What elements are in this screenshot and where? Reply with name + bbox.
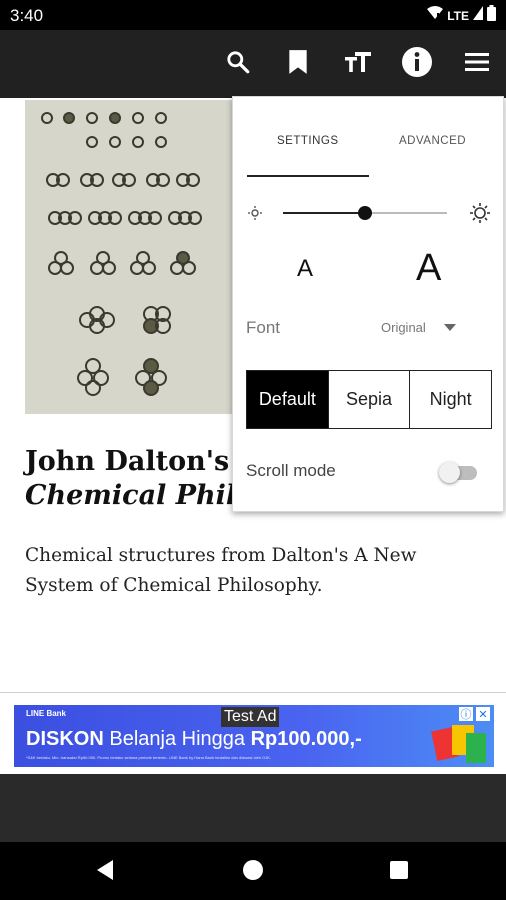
tab-settings[interactable]: SETTINGS (277, 135, 339, 147)
brightness-slider[interactable] (283, 206, 447, 220)
ad-headline: DISKON Belanja Hingga Rp100.000,- (26, 728, 362, 751)
tab-advanced[interactable]: ADVANCED (399, 135, 466, 147)
ad-info-icon[interactable]: ⓘ (459, 707, 473, 721)
search-button[interactable] (218, 44, 258, 84)
close-icon[interactable]: ✕ (476, 707, 490, 721)
theme-selector: Default Sepia Night (246, 370, 492, 429)
text-size-icon (344, 51, 372, 78)
tab-indicator (247, 175, 369, 177)
bookmark-button[interactable] (278, 44, 318, 84)
ad-area: LINE Bank DISKON Belanja Hingga Rp100.00… (0, 692, 506, 774)
info-button[interactable] (397, 44, 437, 84)
recents-icon (389, 860, 409, 885)
wifi-icon (427, 6, 444, 25)
toggle-thumb (439, 462, 460, 483)
back-button[interactable] (90, 857, 120, 887)
article-caption: Chemical structures from Dalton's A New … (25, 545, 417, 596)
bookmark-icon (287, 49, 309, 80)
text-size-button[interactable] (338, 44, 378, 84)
home-button[interactable] (238, 857, 268, 887)
theme-night-button[interactable]: Night (409, 371, 492, 428)
ad-headline-amount: Rp100.000,- (250, 728, 362, 750)
ad-headline-bold: DISKON (26, 728, 104, 750)
brightness-low-icon (247, 205, 263, 226)
chevron-down-icon (443, 324, 456, 331)
search-icon (225, 49, 251, 80)
theme-sepia-button[interactable]: Sepia (327, 371, 410, 428)
signal-icon (473, 6, 483, 25)
ad-banner[interactable]: LINE Bank DISKON Belanja Hingga Rp100.00… (14, 705, 494, 767)
back-icon (95, 859, 115, 886)
increase-font-button[interactable]: A (416, 247, 441, 290)
ad-brand: LINE Bank (26, 709, 67, 718)
brightness-slider-thumb[interactable] (358, 206, 372, 220)
font-dropdown[interactable]: Original (381, 320, 456, 335)
battery-icon (487, 5, 496, 26)
info-icon (401, 46, 433, 83)
ad-illustration (426, 719, 488, 765)
reader-settings-panel: SETTINGS ADVANCED A A Font Original Defa… (232, 96, 504, 512)
bottom-band (0, 774, 506, 842)
reader-toolbar (0, 30, 506, 98)
ad-choices[interactable]: ⓘ ✕ (459, 707, 490, 721)
recents-button[interactable] (384, 857, 414, 887)
theme-default-button[interactable]: Default (247, 371, 328, 428)
system-nav-bar (0, 842, 506, 900)
status-time: 3:40 (10, 6, 44, 25)
ad-fine-print: *S&K berlaku. Min. transaksi Rp50.000. P… (26, 755, 272, 760)
font-dropdown-value: Original (381, 320, 426, 335)
font-label: Font (246, 318, 281, 337)
test-ad-label: Test Ad (221, 707, 280, 727)
dalton-structures-image (25, 100, 240, 414)
scroll-mode-label: Scroll mode (246, 461, 336, 480)
status-bar: 3:40 LTE (0, 0, 506, 30)
menu-icon (464, 52, 490, 77)
brightness-slider-fill (283, 212, 365, 214)
status-icons: LTE (427, 5, 496, 26)
ad-headline-mid: Belanja Hingga (103, 728, 251, 750)
decrease-font-button[interactable]: A (297, 255, 313, 283)
scroll-mode-toggle[interactable] (439, 461, 477, 483)
home-icon (242, 859, 264, 886)
brightness-high-icon (469, 202, 491, 229)
network-type: LTE (447, 8, 469, 23)
menu-button[interactable] (457, 44, 497, 84)
